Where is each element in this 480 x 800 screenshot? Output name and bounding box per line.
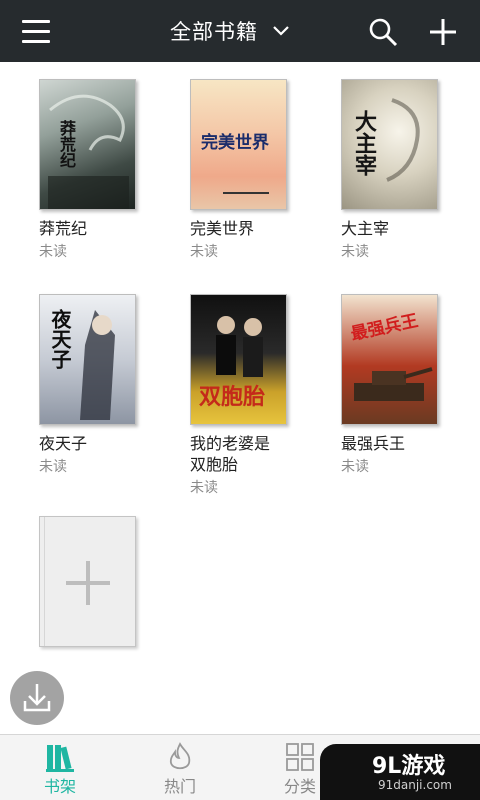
cover-title: 莽荒纪 [57,120,76,168]
download-icon [23,684,51,712]
tab-label: 书架 [43,777,76,796]
bookshelf-filter-dropdown[interactable]: 全部书籍 [170,14,290,48]
fire-icon [169,742,191,770]
download-button[interactable] [10,671,64,725]
cover-title: 夜天子 [48,309,72,369]
book-item[interactable]: 大主宰 大主宰 未读 [341,79,441,261]
book-title: 我的老婆是 双胞胎 [190,434,271,474]
cover-title: 双胞胎 [199,384,266,410]
book-status: 未读 [39,244,67,260]
hamburger-menu-icon[interactable] [22,18,52,44]
watermark: 9L游戏 91danji.com [320,744,480,800]
book-cover: 夜天子 [39,294,136,425]
watermark-logo: 9L游戏 [372,754,446,779]
book-status: 未读 [341,459,369,475]
cover-title: 大主宰 [351,110,377,176]
bookshelf-icon [46,745,74,772]
category-grid-icon [286,743,314,771]
book-title: 完美世界 [190,219,255,238]
book-title: 最强兵王 [341,434,406,453]
book-title: 大主宰 [341,219,390,238]
book-item[interactable]: 最强兵王 最强兵王 未读 [341,294,441,476]
book-cover: 双胞胎 [190,294,287,425]
book-cover: 最强兵王 [341,294,438,425]
book-item[interactable]: 莽荒纪 莽荒纪 未读 [39,79,139,261]
book-item[interactable]: 完美世界 完美世界 未读 [190,79,290,261]
page-title: 全部书籍 [170,20,258,44]
add-book-button[interactable] [39,516,136,647]
tab-bookshelf[interactable]: 书架 [0,735,120,800]
book-status: 未读 [190,480,218,496]
book-title: 夜天子 [39,434,88,453]
bookshelf-grid: 莽荒纪 莽荒纪 未读 完美世界 完美世界 未读 大主宰 大主宰 未读 夜天子 夜… [0,62,480,734]
top-app-bar: 全部书籍 [0,0,480,62]
book-item[interactable]: 夜天子 夜天子 未读 [39,294,139,476]
tab-label: 热门 [163,777,196,796]
book-cover: 完美世界 [190,79,287,210]
watermark-url: 91danji.com [378,778,452,792]
search-icon[interactable] [368,17,398,47]
plus-icon[interactable] [428,17,458,47]
book-cover: 莽荒纪 [39,79,136,210]
book-status: 未读 [341,244,369,260]
book-status: 未读 [190,244,218,260]
book-status: 未读 [39,459,67,475]
tab-hot[interactable]: 热门 [120,735,240,800]
book-item[interactable]: 双胞胎 我的老婆是 双胞胎 未读 [190,294,290,497]
book-cover: 大主宰 [341,79,438,210]
cover-title: 完美世界 [201,133,269,153]
chevron-down-icon [273,26,289,36]
book-title: 莽荒纪 [39,219,88,238]
